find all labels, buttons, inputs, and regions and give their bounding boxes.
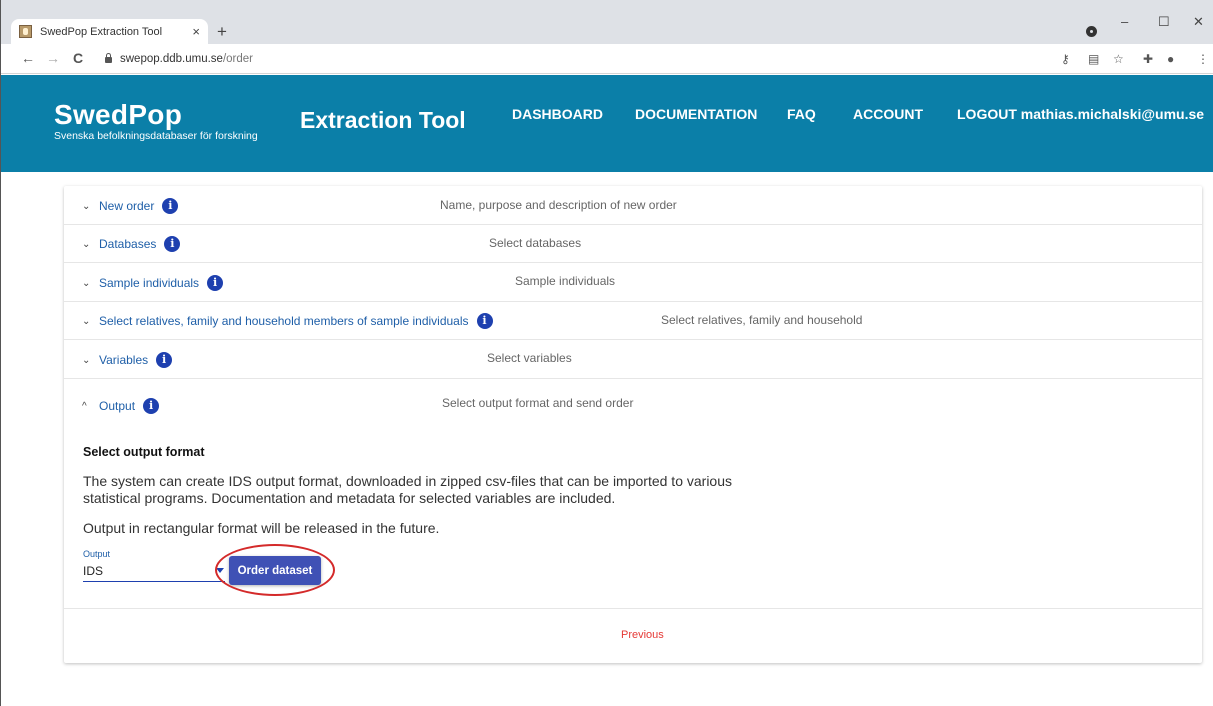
- logo-subtitle: Svenska befolkningsdatabaser för forskni…: [54, 130, 258, 142]
- url-path: /order: [222, 53, 253, 65]
- accordion-output[interactable]: ^ Output i: [82, 398, 160, 414]
- accordion-sample-individuals[interactable]: ⌄ Sample individuals i Sample individual…: [64, 263, 1202, 302]
- output-description: The system can create IDS output format,…: [83, 473, 732, 506]
- accordion-new-order[interactable]: ⌄ New order i Name, purpose and descript…: [64, 186, 1202, 225]
- url-field[interactable]: swepop.ddb.umu.se/order: [105, 53, 253, 65]
- accordion-databases[interactable]: ⌄ Databases i Select databases: [64, 225, 1202, 263]
- page: SwedPop Extraction Tool × + – ☐ ✕ ← → C …: [0, 0, 1213, 706]
- previous-button[interactable]: Previous: [621, 629, 664, 641]
- output-section-title: Select output format: [83, 445, 205, 459]
- divider: [64, 608, 1202, 609]
- output-future-note: Output in rectangular format will be rel…: [83, 520, 440, 536]
- accordion-description: Select output format and send order: [442, 396, 634, 410]
- chevron-down-icon: ⌄: [82, 315, 91, 327]
- output-select-label: Output: [83, 549, 111, 559]
- reload-button[interactable]: C: [73, 50, 83, 66]
- extensions-icon[interactable]: ✚: [1143, 52, 1153, 66]
- output-select-underline: [83, 581, 225, 582]
- accordion-relatives[interactable]: ⌄ Select relatives, family and household…: [64, 302, 1202, 340]
- close-window-button[interactable]: ✕: [1193, 14, 1204, 30]
- chevron-down-icon: ⌄: [82, 354, 91, 366]
- tab-close-icon[interactable]: ×: [192, 24, 200, 39]
- chevron-up-icon: ^: [82, 400, 87, 412]
- address-bar: ← → C swepop.ddb.umu.se/order ⚷ ▤ ☆ ✚ ● …: [1, 44, 1213, 74]
- new-tab-button[interactable]: +: [217, 22, 227, 42]
- back-button[interactable]: ←: [21, 50, 35, 66]
- chevron-down-icon: ⌄: [82, 200, 91, 212]
- tab-title: SwedPop Extraction Tool: [40, 25, 163, 38]
- accordion-description: Sample individuals: [515, 274, 616, 288]
- info-icon[interactable]: i: [156, 352, 173, 368]
- nav-faq[interactable]: FAQ: [787, 106, 816, 122]
- nav-logout[interactable]: LOGOUT mathias.michalski@umu.se: [957, 106, 1204, 122]
- star-icon[interactable]: ☆: [1113, 52, 1124, 66]
- minimize-button[interactable]: –: [1121, 14, 1128, 29]
- browser-tabbar: SwedPop Extraction Tool × + – ☐ ✕: [1, 0, 1213, 44]
- nav-dashboard[interactable]: DASHBOARD: [512, 106, 603, 122]
- accordion-description: Name, purpose and description of new ord…: [440, 198, 677, 212]
- accordion-label: Select relatives, family and household m…: [99, 314, 469, 328]
- accordion-description: Select databases: [489, 236, 582, 250]
- forward-button[interactable]: →: [46, 50, 60, 66]
- accordion-description: Select variables: [487, 351, 572, 365]
- site-header: SwedPop Svenska befolkningsdatabaser för…: [1, 75, 1213, 172]
- info-icon[interactable]: i: [162, 198, 179, 214]
- lock-icon: [105, 53, 112, 63]
- profile-extension-icon[interactable]: [1086, 26, 1097, 37]
- accordion-label: Variables: [99, 353, 149, 367]
- url-domain: swepop.ddb.umu.se: [120, 53, 223, 65]
- chevron-down-icon: ⌄: [82, 238, 91, 250]
- order-accordion: ⌄ New order i Name, purpose and descript…: [64, 186, 1202, 663]
- translate-icon[interactable]: ▤: [1088, 52, 1099, 66]
- nav-account[interactable]: ACCOUNT: [853, 106, 923, 122]
- chevron-down-icon: ⌄: [82, 277, 91, 289]
- browser-tab[interactable]: SwedPop Extraction Tool ×: [11, 19, 208, 44]
- accordion-variables[interactable]: ⌄ Variables i Select variables: [64, 340, 1202, 379]
- tool-title: Extraction Tool: [300, 107, 466, 133]
- info-icon[interactable]: i: [143, 398, 160, 414]
- info-icon[interactable]: i: [476, 313, 493, 329]
- info-icon[interactable]: i: [164, 236, 181, 252]
- menu-icon[interactable]: ⋮: [1197, 52, 1209, 66]
- logo-title[interactable]: SwedPop: [54, 99, 182, 131]
- accordion-label: New order: [99, 199, 155, 213]
- accordion-label: Output: [99, 399, 136, 413]
- nav-documentation[interactable]: DOCUMENTATION: [635, 106, 757, 122]
- key-icon[interactable]: ⚷: [1061, 52, 1070, 66]
- info-icon[interactable]: i: [207, 275, 224, 291]
- profile-icon[interactable]: ●: [1167, 52, 1174, 66]
- favicon-icon: [19, 25, 32, 38]
- accordion-description: Select relatives, family and household: [661, 313, 863, 327]
- maximize-button[interactable]: ☐: [1158, 14, 1170, 30]
- accordion-label: Databases: [99, 237, 157, 251]
- highlight-circle: [215, 544, 335, 596]
- accordion-label: Sample individuals: [99, 276, 200, 290]
- output-select[interactable]: IDS: [83, 564, 103, 578]
